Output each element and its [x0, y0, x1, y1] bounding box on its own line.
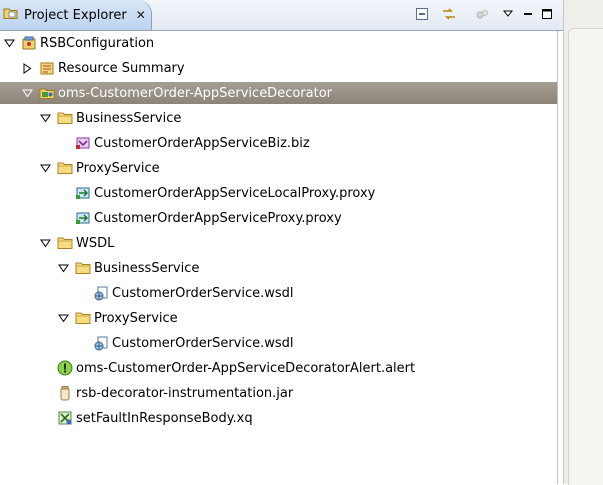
filter-icon[interactable] [474, 6, 490, 22]
folder-icon [75, 260, 91, 276]
close-icon[interactable]: ✕ [136, 8, 146, 22]
folder-icon [57, 160, 73, 176]
tree-item[interactable]: BusinessService [0, 257, 557, 279]
tree-item-label: oms-CustomerOrder-AppServiceDecorator [58, 85, 333, 101]
tree-item[interactable]: RSBConfiguration [0, 32, 557, 54]
collapse-arrow-icon[interactable] [21, 62, 34, 75]
folder-icon [3, 6, 19, 24]
minimize-icon[interactable] [520, 6, 536, 22]
tree-item-label: rsb-decorator-instrumentation.jar [76, 385, 294, 401]
editor-area-edge [563, 0, 603, 485]
proxy-service-icon [75, 185, 91, 201]
tree-item[interactable]: CustomerOrderAppServiceProxy.proxy [0, 207, 557, 229]
tree-item-label: ProxyService [76, 160, 160, 176]
project-folder-icon [39, 85, 55, 101]
project-tree: RSBConfiguration Resource Summary oms-Cust… [0, 31, 557, 484]
tree-item[interactable]: CustomerOrderAppServiceLocalProxy.proxy [0, 182, 557, 204]
project-icon [21, 35, 37, 51]
folder-icon [57, 235, 73, 251]
expand-arrow-icon[interactable] [39, 112, 52, 125]
tree-item[interactable]: CustomerOrderService.wsdl [0, 332, 557, 354]
folder-icon [75, 310, 91, 326]
expand-arrow-icon[interactable] [39, 162, 52, 175]
tree-border [557, 31, 558, 484]
resource-summary-icon [39, 60, 55, 76]
expand-arrow-icon[interactable] [3, 37, 16, 50]
folder-icon [57, 110, 73, 126]
tree-item-label: CustomerOrderAppServiceBiz.biz [94, 135, 310, 151]
proxy-service-icon [75, 210, 91, 226]
tree-item[interactable]: CustomerOrderAppServiceBiz.biz [0, 132, 557, 154]
wsdl-icon [93, 335, 109, 351]
tree-item-label: CustomerOrderAppServiceLocalProxy.proxy [94, 185, 376, 201]
tree-item[interactable]: rsb-decorator-instrumentation.jar [0, 382, 557, 404]
expand-arrow-icon[interactable] [57, 312, 70, 325]
wsdl-icon [93, 285, 109, 301]
tree-item[interactable]: ProxyService [0, 307, 557, 329]
tree-item-label: RSBConfiguration [40, 35, 155, 51]
business-service-icon [75, 135, 91, 151]
tab-project-explorer[interactable]: Project Explorer ✕ [0, 0, 152, 30]
tree-item-label: BusinessService [76, 110, 182, 126]
view-tab-bar: Project Explorer ✕ [0, 0, 563, 31]
expand-arrow-icon[interactable] [39, 237, 52, 250]
view-menu-icon[interactable] [500, 6, 516, 22]
maximize-icon[interactable] [539, 6, 555, 22]
tree-item-label: ProxyService [94, 310, 178, 326]
tree-item-label: CustomerOrderAppServiceProxy.proxy [94, 210, 342, 226]
tree-item[interactable]: ProxyService [0, 157, 557, 179]
tree-item[interactable]: CustomerOrderService.wsdl [0, 282, 557, 304]
link-with-editor-icon[interactable] [441, 6, 457, 22]
tree-item-label: WSDL [76, 235, 115, 251]
tree-item-label: CustomerOrderService.wsdl [112, 335, 294, 351]
collapse-all-icon[interactable] [414, 6, 430, 22]
tree-item[interactable]: oms-CustomerOrder-AppServiceDecoratorAle… [0, 357, 557, 379]
tree-item-label: Resource Summary [58, 60, 185, 76]
tree-item-label: CustomerOrderService.wsdl [112, 285, 294, 301]
expand-arrow-icon[interactable] [57, 262, 70, 275]
tree-item-label: setFaultInResponseBody.xq [76, 410, 253, 426]
xquery-icon [57, 410, 73, 426]
tree-item[interactable]: BusinessService [0, 107, 557, 129]
tree-item[interactable]: setFaultInResponseBody.xq [0, 407, 557, 429]
alert-icon [57, 360, 73, 376]
tree-item[interactable]: WSDL [0, 232, 557, 254]
tree-item-label: oms-CustomerOrder-AppServiceDecoratorAle… [76, 360, 416, 376]
jar-icon [57, 385, 73, 401]
view-title: Project Explorer [24, 7, 127, 23]
tree-item-label: BusinessService [94, 260, 200, 276]
expand-arrow-icon[interactable] [21, 87, 34, 100]
tree-item[interactable]: oms-CustomerOrder-AppServiceDecorator [0, 82, 557, 104]
tree-item[interactable]: Resource Summary [0, 57, 557, 79]
